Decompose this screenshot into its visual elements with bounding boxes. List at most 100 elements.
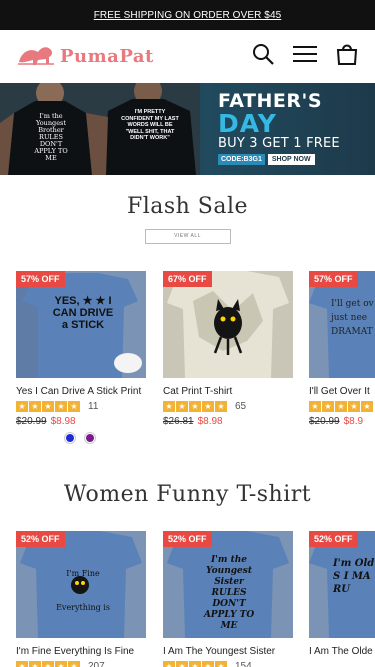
review-count: 11 xyxy=(88,401,99,412)
price-block: $20.99 $8.98 xyxy=(16,416,146,427)
promo-code: CODE:B3G1 xyxy=(218,154,265,165)
rating-stars: ★ ★ ★ ★ ★ 207 xyxy=(16,661,146,667)
rating-stars: ★ ★ ★ ★ ★ 65 xyxy=(163,401,293,412)
product-name[interactable]: I'll Get Over It xyxy=(309,386,375,397)
shirt-left-print: I'm the Youngest Brother RULES DON'T APP… xyxy=(34,112,68,162)
star-icon: ★ xyxy=(68,401,80,412)
section-title-women-funny: Women Funny T-shirt xyxy=(63,482,312,507)
fathers-day-banner[interactable]: I'm the Youngest Brother RULES DON'T APP… xyxy=(0,83,375,175)
product-card[interactable]: 67% OFF Cat Print T-shirt ★ ★ ★ ★ ★ 65 $26.8… xyxy=(163,271,293,427)
site-header: PumaPat xyxy=(0,30,375,82)
star-icon: ★ xyxy=(163,661,175,667)
product-name[interactable]: Yes I Can Drive A Stick Print xyxy=(16,386,146,397)
product-name[interactable]: I Am The Youngest Sister xyxy=(163,646,293,657)
product-image[interactable]: 67% OFF xyxy=(163,271,293,378)
sale-price: $8.9 xyxy=(343,416,364,427)
banner-line-offer: BUY 3 GET 1 FREE xyxy=(218,136,340,151)
star-icon: ★ xyxy=(322,401,334,412)
menu-icon[interactable] xyxy=(293,44,317,64)
banner-promo: FATHER'S DAY BUY 3 GET 1 FREE CODE:B3G1 … xyxy=(218,91,340,165)
star-icon: ★ xyxy=(29,661,41,667)
product-photo-cat-print xyxy=(163,271,293,378)
shop-now-button[interactable]: SHOP NOW xyxy=(267,154,315,165)
color-swatch-blue[interactable] xyxy=(64,432,76,444)
product-name[interactable]: I'm Fine Everything Is Fine xyxy=(16,646,146,657)
view-all-button[interactable]: VIEW ALL xyxy=(144,229,231,244)
star-icon: ★ xyxy=(176,661,188,667)
star-icon: ★ xyxy=(16,661,28,667)
star-icon: ★ xyxy=(215,661,227,667)
product-image[interactable]: I'm Fine Everything is Fine 52% OFF xyxy=(16,531,146,638)
flash-sale-header: Flash Sale VIEW ALL xyxy=(0,194,375,244)
color-swatches xyxy=(64,432,146,444)
discount-badge: 57% OFF xyxy=(16,271,65,287)
star-icon: ★ xyxy=(16,401,28,412)
cart-icon[interactable] xyxy=(335,42,359,66)
discount-badge: 57% OFF xyxy=(309,271,358,287)
product-name[interactable]: Cat Print T-shirt xyxy=(163,386,293,397)
discount-badge: 67% OFF xyxy=(163,271,212,287)
banner-line-fathers: FATHER'S xyxy=(218,90,323,112)
rating-stars: ★ ★ ★ ★ ★ 11 xyxy=(16,401,146,412)
star-icon: ★ xyxy=(202,661,214,667)
discount-badge: 52% OFF xyxy=(163,531,212,547)
original-price: $26.81 xyxy=(163,416,194,427)
logo-text: PumaPat xyxy=(60,45,154,67)
product-image[interactable]: I'm the Youngest Sister RULES DON'T APPL… xyxy=(163,531,293,638)
shirt-print-text: I'm Old S I MA RU xyxy=(333,558,375,595)
product-card[interactable]: I'll get ov I just nee DRAMAT 57% OFF I'… xyxy=(309,271,375,427)
star-icon: ★ xyxy=(29,401,41,412)
star-icon: ★ xyxy=(189,661,201,667)
product-image[interactable]: I'm Old S I MA RU 52% OFF xyxy=(309,531,375,638)
product-image[interactable]: YES, ★ ★ I CAN DRIVE a STICK 57% OFF xyxy=(16,271,146,378)
puma-logo-icon xyxy=(18,47,54,65)
discount-badge: 52% OFF xyxy=(309,531,358,547)
review-count: 65 xyxy=(235,401,247,412)
color-swatch-purple[interactable] xyxy=(84,432,96,444)
price-block: $26.81 $8.98 xyxy=(163,416,293,427)
product-image[interactable]: I'll get ov I just nee DRAMAT 57% OFF xyxy=(309,271,375,378)
section-title-flash-sale: Flash Sale xyxy=(126,194,249,219)
shirt-print-text: I'll get ov I just nee DRAMAT xyxy=(331,299,375,337)
star-icon: ★ xyxy=(68,661,80,667)
rating-stars: ★ ★ ★ ★ ★ xyxy=(309,401,375,412)
women-row: I'm Fine Everything is Fine 52% OFF I'm … xyxy=(0,531,375,667)
star-icon: ★ xyxy=(348,401,360,412)
sale-price: $8.98 xyxy=(197,416,223,427)
star-icon: ★ xyxy=(202,401,214,412)
original-price: $20.99 xyxy=(309,416,340,427)
product-card[interactable]: I'm Old S I MA RU 52% OFF I Am The Olde xyxy=(309,531,375,657)
product-card[interactable]: YES, ★ ★ I CAN DRIVE a STICK 57% OFF Yes… xyxy=(16,271,146,444)
logo[interactable]: PumaPat xyxy=(16,42,154,70)
star-icon: ★ xyxy=(361,401,373,412)
review-count: 154 xyxy=(235,661,252,667)
star-icon: ★ xyxy=(42,401,54,412)
star-icon: ★ xyxy=(55,661,67,667)
product-name[interactable]: I Am The Olde xyxy=(309,646,375,657)
star-icon: ★ xyxy=(309,401,321,412)
star-icon: ★ xyxy=(42,661,54,667)
shirt-print-text: I'm Fine Everything is Fine xyxy=(56,569,110,638)
original-price: $20.99 xyxy=(16,416,47,427)
promo-bar[interactable]: FREE SHIPPING ON ORDER OVER $45 xyxy=(0,0,375,30)
search-icon[interactable] xyxy=(251,42,275,66)
shirt-right-print: I'M PRETTY CONFIDENT MY LAST WORDS WILL … xyxy=(121,109,179,141)
shirt-print-text: I'm the Youngest Sister RULES DON'T APPL… xyxy=(203,555,255,631)
rating-stars: ★ ★ ★ ★ ★ 154 xyxy=(163,661,293,667)
product-card[interactable]: I'm Fine Everything is Fine 52% OFF I'm … xyxy=(16,531,146,667)
star-icon: ★ xyxy=(189,401,201,412)
banner-line-day: DAY xyxy=(218,109,277,138)
star-icon: ★ xyxy=(55,401,67,412)
flash-sale-row: YES, ★ ★ I CAN DRIVE a STICK 57% OFF Yes… xyxy=(0,271,375,471)
star-icon: ★ xyxy=(335,401,347,412)
star-icon: ★ xyxy=(176,401,188,412)
product-card[interactable]: I'm the Youngest Sister RULES DON'T APPL… xyxy=(163,531,293,667)
star-icon: ★ xyxy=(163,401,175,412)
discount-badge: 52% OFF xyxy=(16,531,65,547)
shirt-print-text: YES, ★ ★ I CAN DRIVE a STICK xyxy=(52,295,114,331)
review-count: 207 xyxy=(88,661,105,667)
women-section-header: Women Funny T-shirt xyxy=(0,482,375,507)
sale-price: $8.98 xyxy=(50,416,76,427)
star-icon: ★ xyxy=(215,401,227,412)
promo-bar-text[interactable]: FREE SHIPPING ON ORDER OVER $45 xyxy=(94,10,282,21)
